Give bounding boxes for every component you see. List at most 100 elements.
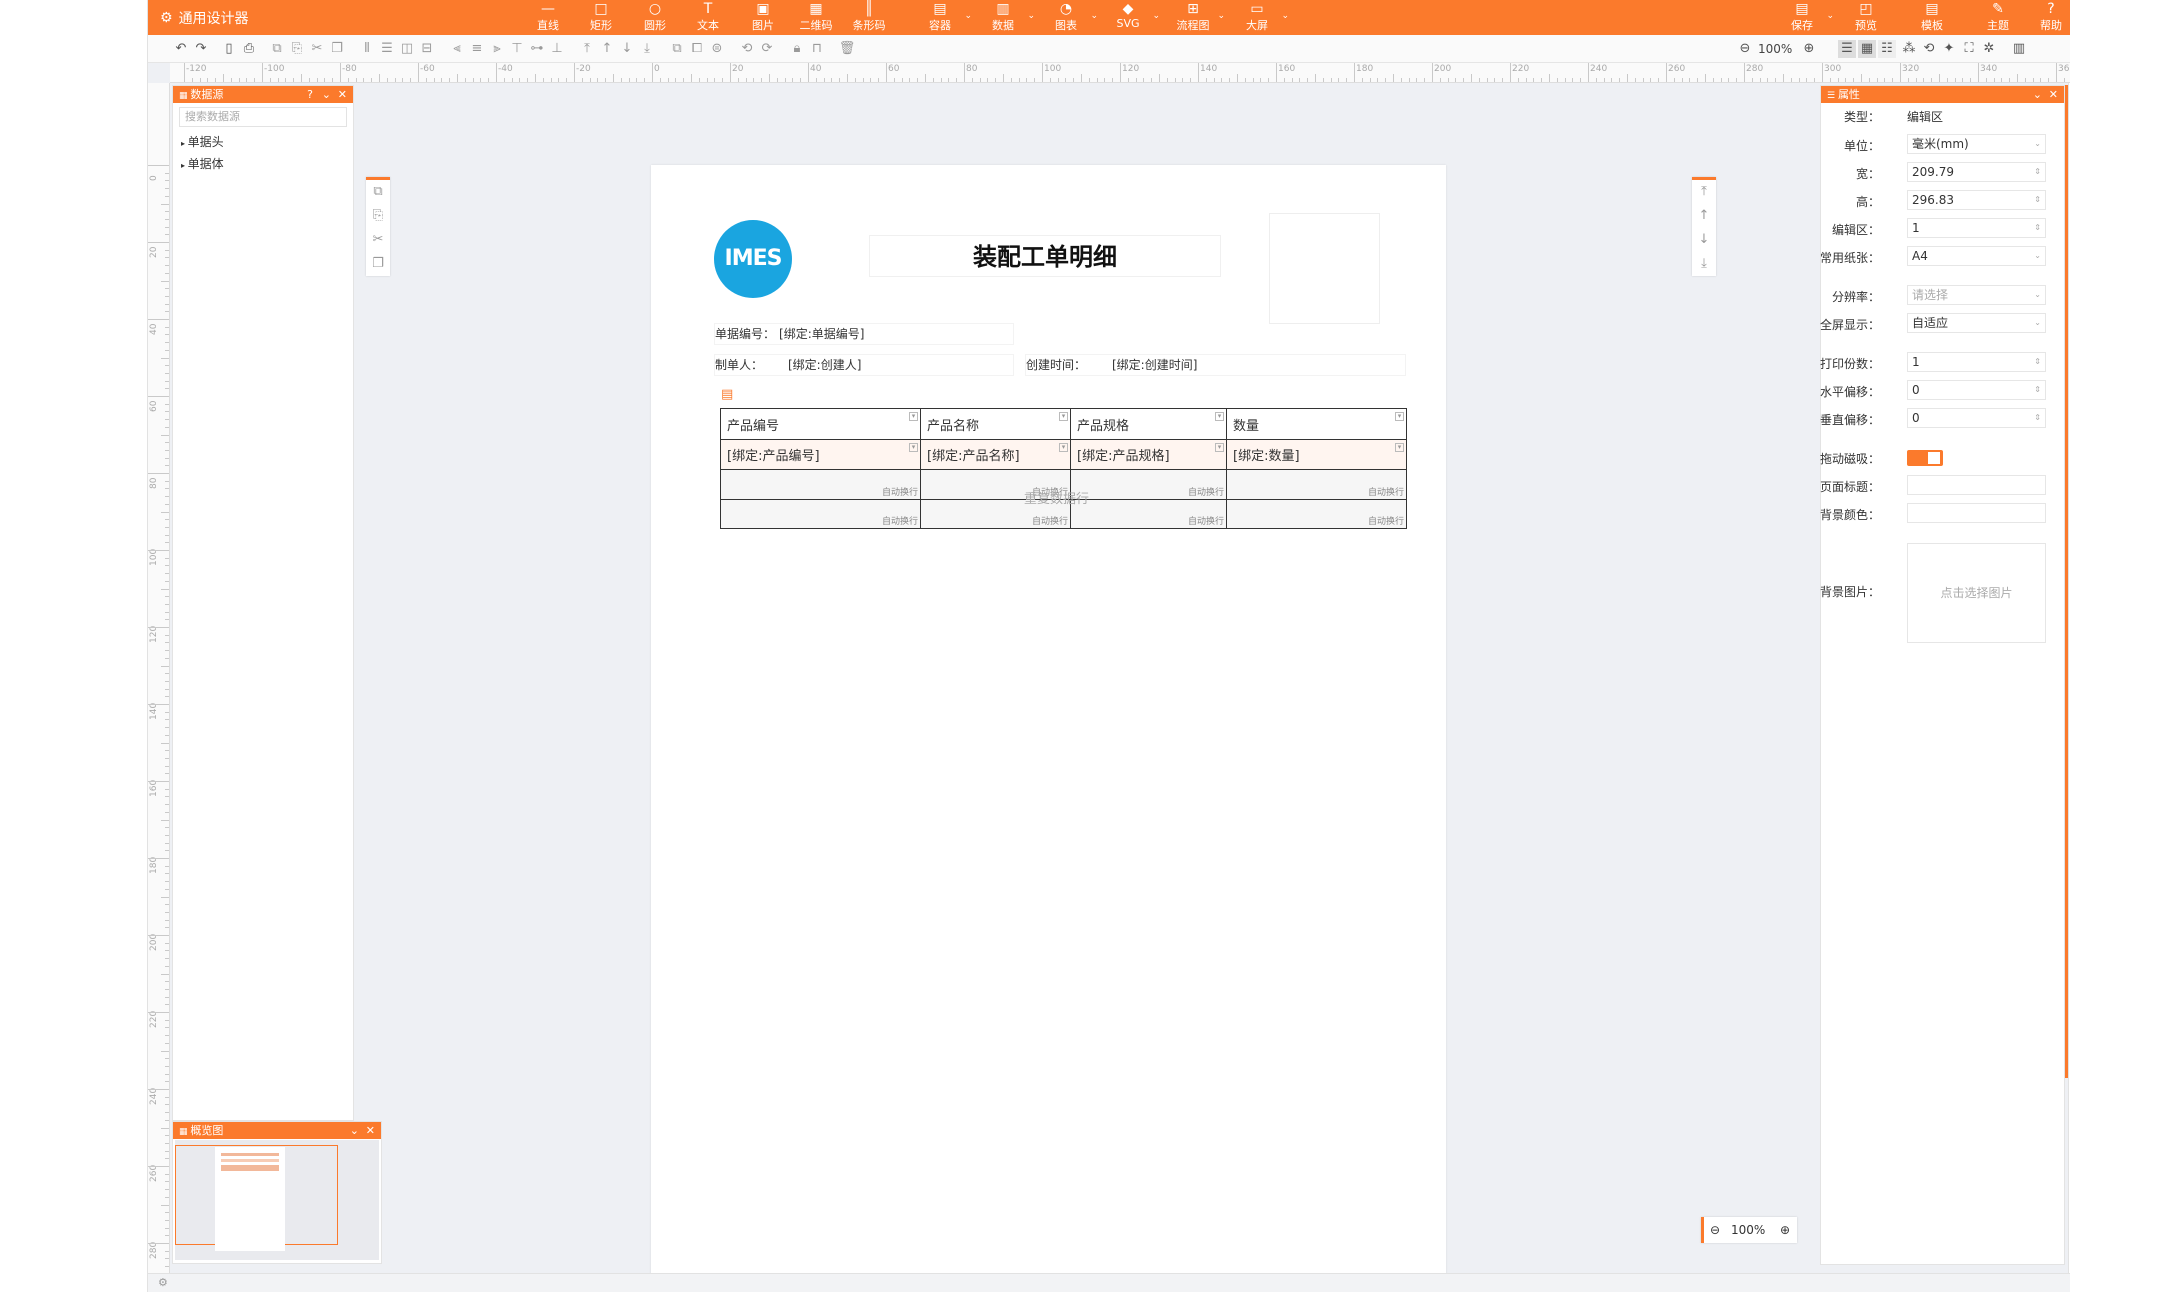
toolbar-save-button[interactable]: ▤ 保存 ⌄ [1774, 1, 1834, 35]
toolbar-preview-button[interactable]: ◰ 预览 [1838, 1, 1894, 35]
align-h-icon[interactable]: ☰ [378, 40, 396, 58]
property-select[interactable]: 自适应 ⌄ [1907, 313, 2046, 333]
property-number-input[interactable]: 1 ⇕ [1907, 218, 2046, 238]
table-cell[interactable]: [绑定:产品编号] ▾ [720, 439, 921, 470]
collapse-icon[interactable]: ⌄ [322, 86, 331, 103]
clone-icon[interactable]: ❐ [366, 252, 390, 276]
grid-icon[interactable]: ▦ [1858, 40, 1876, 58]
table-header-cell[interactable]: 产品编号 ▾ [720, 408, 921, 440]
distribute-icon[interactable]: ◫ [398, 40, 416, 58]
table-cell[interactable]: 自动换行 [720, 469, 921, 500]
toolbar-svg-button[interactable]: ◆ SVG ⌄ [1100, 1, 1160, 35]
panel-toggle-icon[interactable]: ▥ [2010, 40, 2028, 58]
property-number-input[interactable]: 1 ⇕ [1907, 352, 2046, 372]
align-left-icon[interactable]: ⫷ [448, 40, 466, 58]
close-icon[interactable]: ✕ [338, 86, 347, 103]
toolbar-data-button[interactable]: ▥ 数据 ⌄ [975, 1, 1035, 35]
debug-icon[interactable]: ✲ [1980, 40, 1998, 58]
property-input[interactable] [1907, 503, 2046, 523]
spinner-icon[interactable]: ⇕ [2034, 191, 2041, 209]
magnet-toggle[interactable] [1907, 450, 1943, 466]
table-cell[interactable]: 自动换行 [720, 499, 921, 529]
detail-table[interactable]: 产品编号 ▾ 产品名称 ▾ 产品规格 ▾ 数量 ▾ [绑定:产品编号] ▾ [绑定:产品名… [720, 408, 1407, 529]
zoom-in-icon[interactable]: ⊕ [1780, 1217, 1790, 1243]
table-cell[interactable]: 自动换行 [1226, 499, 1407, 529]
document-title[interactable]: 装配工单明细 [869, 235, 1221, 277]
group-icon[interactable]: ⧉ [668, 40, 686, 58]
rows-icon[interactable]: ☷ [1878, 40, 1896, 58]
toolbar-rect-button[interactable]: □ 矩形 [573, 1, 629, 35]
panel-scrollbar[interactable] [2065, 85, 2068, 1078]
toolbar-chart-button[interactable]: ◔ 图表 ⌄ [1038, 1, 1098, 35]
layer-icon[interactable]: ⊜ [708, 40, 726, 58]
tree-item-header[interactable]: ▸ 单据头 [173, 131, 353, 153]
property-number-input[interactable]: 296.83 ⇕ [1907, 190, 2046, 210]
property-select[interactable]: 请选择 ⌄ [1907, 285, 2046, 305]
align-right-icon[interactable]: ⫸ [488, 40, 506, 58]
toolbar-text-button[interactable]: T 文本 [680, 1, 736, 35]
magic-icon[interactable]: ✦ [1940, 40, 1958, 58]
table-handle-icon[interactable]: ▤ [721, 387, 733, 402]
chevron-down-icon[interactable]: ⌄ [2034, 135, 2041, 153]
overview-canvas[interactable] [175, 1140, 379, 1260]
lock-icon[interactable]: 🔒︎ [788, 40, 806, 58]
toolbar-template-button[interactable]: ▤ 模板 [1904, 1, 1960, 35]
unlock-icon[interactable]: ⊓ [808, 40, 826, 58]
spinner-icon[interactable]: ⇕ [2034, 163, 2041, 181]
cut-icon[interactable]: ✂ [308, 40, 326, 58]
close-icon[interactable]: ✕ [2049, 86, 2058, 103]
table-header-cell[interactable]: 产品名称 ▾ [920, 408, 1071, 440]
distribute-v-icon[interactable]: ⊟ [418, 40, 436, 58]
table-cell[interactable]: [绑定:产品名称] ▾ [920, 439, 1071, 470]
move-down-icon[interactable]: ↓ [618, 40, 636, 58]
align-middle-icon[interactable]: ⊶ [528, 40, 546, 58]
property-input[interactable] [1907, 475, 2046, 495]
background-image-picker[interactable]: 点击选择图片 [1907, 543, 2046, 643]
delete-icon[interactable]: 🗑︎ [838, 40, 856, 58]
table-cell[interactable]: 自动换行 [1070, 469, 1227, 500]
table-cell[interactable]: [绑定:数量] ▾ [1226, 439, 1407, 470]
zoom-in-icon[interactable]: ⊕ [1800, 40, 1818, 58]
fullscreen-icon[interactable]: ⛶ [1960, 40, 1978, 58]
table-cell[interactable]: 自动换行 [1226, 469, 1407, 500]
logo-image[interactable]: IMES [714, 220, 792, 298]
move-bottom-icon[interactable]: ⤓ [1692, 252, 1716, 276]
table-cell[interactable]: 自动换行 [1070, 499, 1227, 529]
property-select[interactable]: A4 ⌄ [1907, 246, 2046, 266]
property-number-input[interactable]: 0 ⇕ [1907, 380, 2046, 400]
chevron-down-icon[interactable]: ⌄ [2034, 247, 2041, 265]
chevron-down-icon[interactable]: ⌄ [2034, 286, 2041, 304]
clone-icon[interactable]: ❐ [328, 40, 346, 58]
spinner-icon[interactable]: ⇕ [2034, 409, 2041, 427]
align-top-icon[interactable]: ⊤ [508, 40, 526, 58]
zoom-out-icon[interactable]: ⊖ [1710, 1217, 1720, 1243]
layout-list-icon[interactable]: ☰ [1838, 40, 1856, 58]
close-icon[interactable]: ✕ [366, 1122, 375, 1139]
collapse-icon[interactable]: ⌄ [350, 1122, 359, 1139]
align-center-icon[interactable]: ≡ [468, 40, 486, 58]
field-doc-number[interactable]: 单据编号： [绑定:单据编号] [714, 323, 1014, 345]
collapse-icon[interactable]: ⌄ [2033, 86, 2042, 103]
property-select[interactable]: 毫米(mm) ⌄ [1907, 134, 2046, 154]
zoom-out-icon[interactable]: ⊖ [1736, 40, 1754, 58]
field-creator[interactable]: 制单人： [绑定:创建人] [714, 354, 1014, 376]
table-header-cell[interactable]: 数量 ▾ [1226, 408, 1407, 440]
paste-icon[interactable]: ⎘ [366, 204, 390, 228]
history-icon[interactable]: ⟲ [1920, 40, 1938, 58]
move-up-icon[interactable]: ↑ [1692, 204, 1716, 228]
copy-icon[interactable]: ⧉ [366, 180, 390, 204]
move-up-icon[interactable]: ↑ [598, 40, 616, 58]
align-v-icon[interactable]: ⫴ [358, 40, 376, 58]
settings-icon[interactable]: ⚙ [158, 1276, 168, 1289]
move-top-icon[interactable]: ⤒ [1692, 180, 1716, 204]
toolbar-line-button[interactable]: — 直线 [520, 1, 576, 35]
toolbar-help-button[interactable]: ? 帮助 [2023, 1, 2079, 35]
toolbar-container-button[interactable]: ▤ 容器 ⌄ [912, 1, 972, 35]
move-down-icon[interactable]: ↓ [1692, 228, 1716, 252]
spinner-icon[interactable]: ⇕ [2034, 381, 2041, 399]
property-number-input[interactable]: 0 ⇕ [1907, 408, 2046, 428]
toolbar-theme-button[interactable]: ✎ 主题 [1970, 1, 2026, 35]
datasource-search-input[interactable]: 搜索数据源 [179, 107, 347, 127]
ungroup-icon[interactable]: ⧠ [688, 40, 706, 58]
redo-icon[interactable]: ↷ [192, 40, 210, 58]
